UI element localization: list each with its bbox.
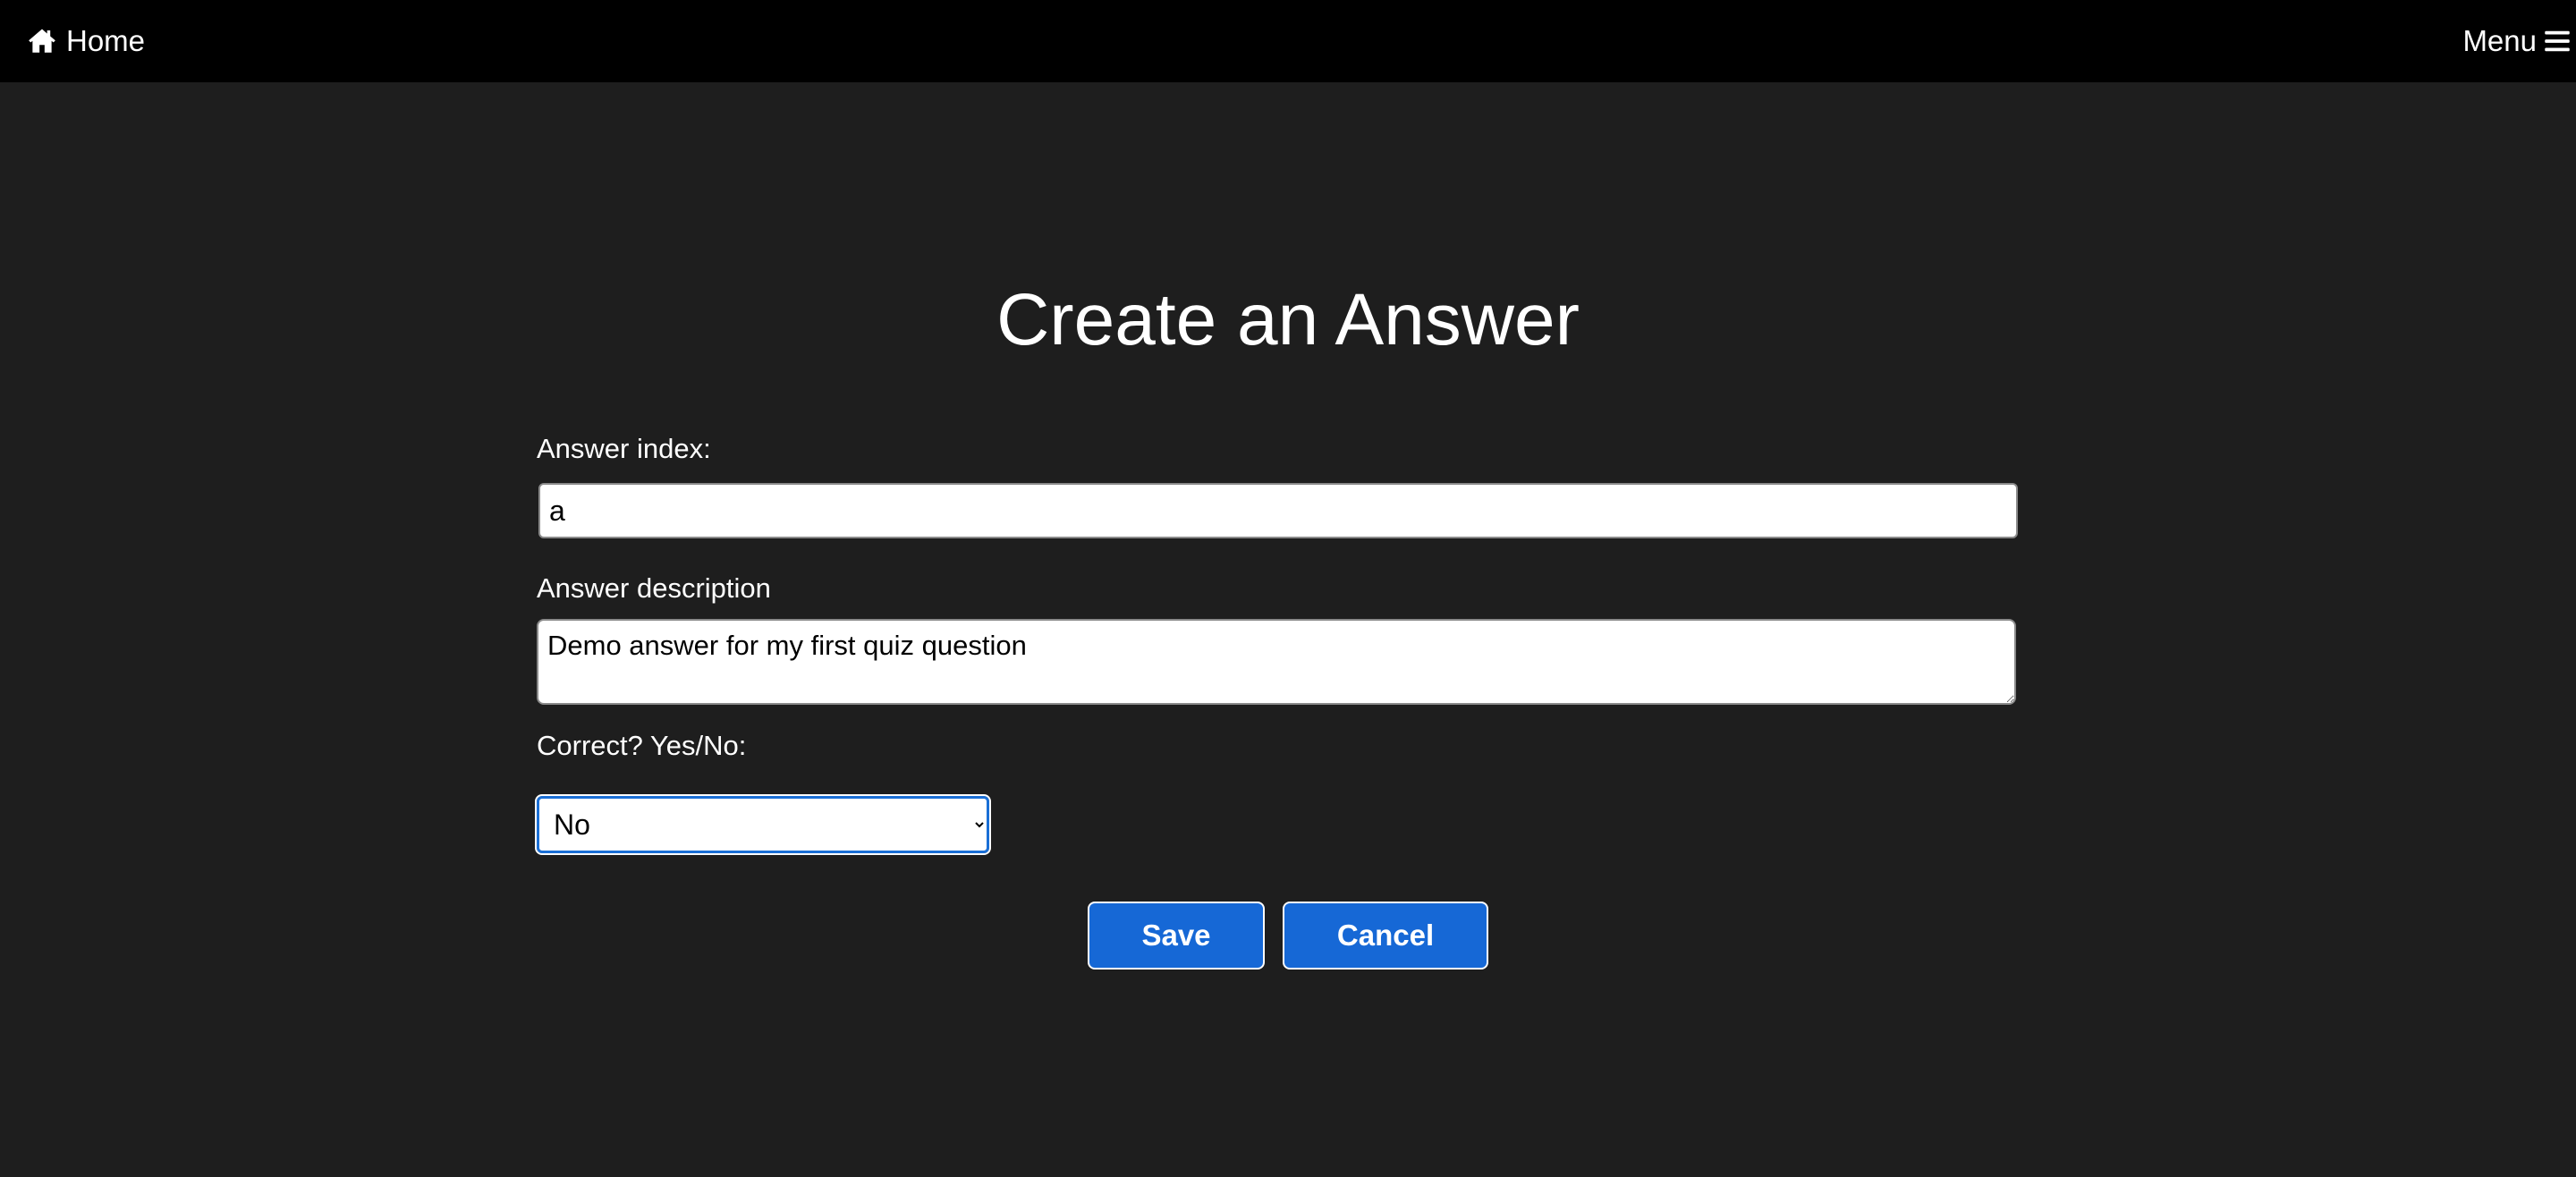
answer-description-textarea[interactable]: Demo answer for my first quiz question: [537, 619, 2016, 705]
correct-select[interactable]: No Yes: [535, 794, 991, 855]
page-title: Create an Answer: [996, 279, 1580, 360]
answer-description-label: Answer description: [537, 572, 771, 604]
answer-index-label: Answer index:: [537, 433, 711, 464]
cancel-button[interactable]: Cancel: [1283, 902, 1488, 970]
save-button[interactable]: Save: [1088, 902, 1265, 970]
answer-index-input[interactable]: [538, 483, 2018, 538]
menu-button[interactable]: Menu: [2462, 20, 2571, 63]
hamburger-menu-icon: [2544, 28, 2571, 55]
home-label: Home: [66, 24, 146, 57]
top-navigation-bar: Home Menu: [0, 0, 2576, 82]
correct-label: Correct? Yes/No:: [537, 730, 747, 761]
home-link[interactable]: Home: [27, 20, 145, 63]
menu-label: Menu: [2462, 24, 2537, 57]
home-icon: [27, 26, 57, 56]
